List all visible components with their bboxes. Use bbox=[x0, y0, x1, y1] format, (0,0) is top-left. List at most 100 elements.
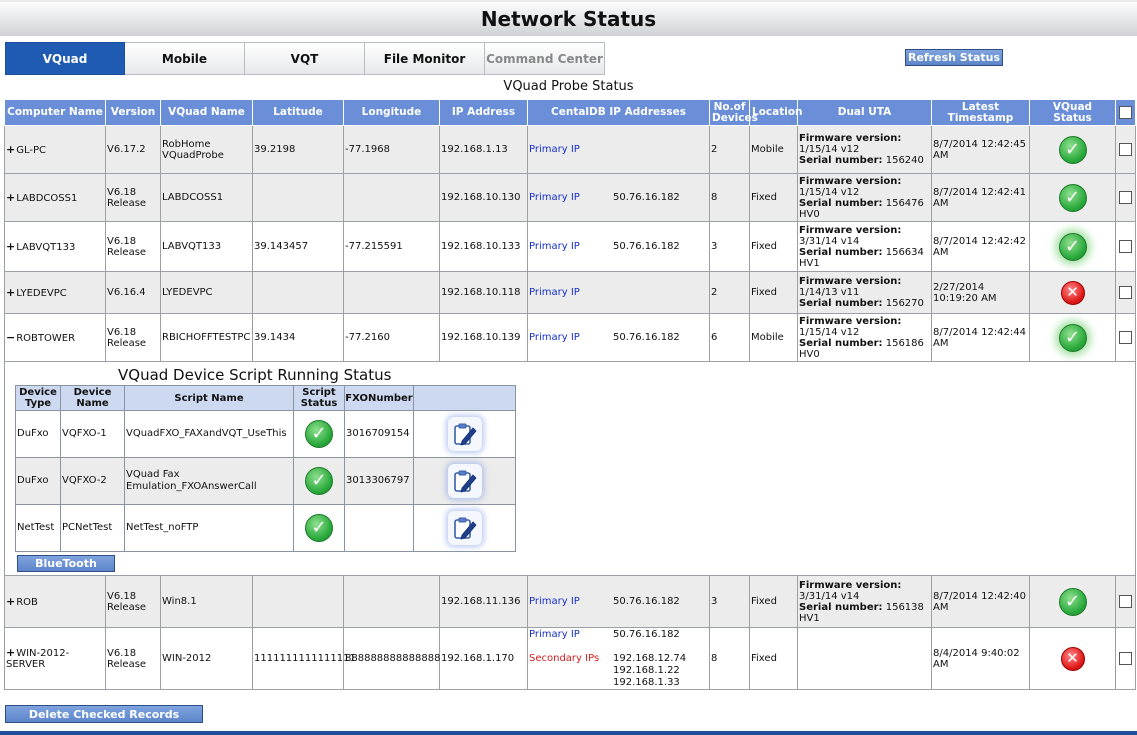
tab-command-center[interactable]: Command Center bbox=[485, 42, 605, 75]
primary-ip-label: Primary IP bbox=[529, 331, 580, 343]
tab-mobile[interactable]: Mobile bbox=[125, 42, 245, 75]
firmware-value: 3/31/14 v14 bbox=[799, 235, 860, 247]
firmware-value: 1/15/14 v12 bbox=[799, 186, 860, 198]
centaldb-cell: Primary IP 50.76.16.182 bbox=[527, 313, 710, 362]
lat-cell: 39.1434 bbox=[252, 313, 344, 362]
serial-value: 156186 bbox=[885, 337, 924, 349]
computer-name-cell: +LABDCOSS1 bbox=[4, 173, 106, 222]
computer-name: ROB bbox=[16, 596, 38, 608]
centaldb-cell: Primary IP 50.76.16.182 Secondary IPs 192.1… bbox=[527, 627, 710, 690]
vquad-status-cell: ✓ bbox=[1029, 125, 1116, 174]
hv-value: HV1 bbox=[799, 612, 820, 624]
ip-cell: 192.168.10.133 bbox=[439, 221, 528, 272]
probe-status-caption: VQuad Probe Status bbox=[503, 79, 634, 94]
fxo-number-cell: 3013306797 bbox=[344, 457, 414, 505]
title-bar: Network Status bbox=[0, 0, 1137, 36]
probe-row: +LABDCOSS1 V6.18 Release LABDCOSS1 192.168.… bbox=[4, 173, 1136, 222]
primary-ip-label: Primary IP bbox=[529, 595, 580, 607]
vquad-status-cell: ✓ bbox=[1029, 173, 1116, 222]
version-cell: V6.18 Release bbox=[105, 313, 161, 362]
lat-cell: 39.2198 bbox=[252, 125, 344, 174]
script-header-row: Device Type Device Name Script Name Scri… bbox=[15, 385, 516, 411]
firmware-value: 1/14/13 v11 bbox=[799, 287, 860, 298]
script-status-caption: VQuad Device Script Running Status bbox=[118, 366, 392, 384]
edit-script-icon[interactable] bbox=[447, 511, 482, 545]
expand-icon[interactable]: + bbox=[6, 595, 15, 608]
refresh-status-button[interactable]: Refresh Status bbox=[905, 49, 1003, 66]
vquad-status-cell: ✕ bbox=[1029, 627, 1116, 690]
vquad-status-cell: ✕ bbox=[1029, 271, 1116, 314]
script-status-cell: ✓ bbox=[293, 410, 345, 458]
row-checkbox[interactable] bbox=[1119, 240, 1132, 253]
timestamp-cell: 8/7/2014 12:42:44 AM bbox=[931, 313, 1030, 362]
delete-checked-records-button[interactable]: Delete Checked Records bbox=[5, 705, 203, 723]
primary-ip-value bbox=[613, 144, 708, 156]
dual-uta-cell: Firmware version: 3/31/14 v14 Serial numbe… bbox=[797, 575, 932, 628]
serial-label: Serial number: bbox=[799, 337, 883, 349]
serial-label: Serial number: bbox=[799, 246, 883, 258]
select-cell bbox=[1115, 575, 1136, 628]
status-ok-icon: ✓ bbox=[1058, 135, 1087, 164]
probe-row: +ROB V6.18 Release Win8.1 192.168.11.136 Pri… bbox=[4, 575, 1136, 628]
tab-vqt[interactable]: VQT bbox=[245, 42, 365, 75]
centaldb-cell: Primary IP bbox=[527, 125, 710, 174]
row-checkbox[interactable] bbox=[1119, 331, 1132, 344]
vquad-status-cell: ✓ bbox=[1029, 575, 1116, 628]
vquad-name-cell: RobHome VQuadProbe bbox=[160, 125, 253, 174]
serial-label: Serial number: bbox=[799, 601, 883, 613]
primary-ip-label: Primary IP bbox=[529, 191, 580, 203]
centaldb-grid: Primary IP 50.76.16.182 bbox=[529, 241, 708, 253]
edit-script-icon[interactable] bbox=[447, 464, 482, 498]
edit-script-icon[interactable] bbox=[447, 417, 482, 451]
status-error-icon: ✕ bbox=[1060, 280, 1085, 305]
timestamp-cell: 8/7/2014 12:42:41 AM bbox=[931, 173, 1030, 222]
computer-name: LABVQT133 bbox=[16, 241, 76, 253]
status-ok-icon: ✓ bbox=[305, 514, 333, 542]
location-cell: Fixed bbox=[749, 575, 798, 628]
collapse-icon[interactable]: − bbox=[6, 331, 15, 344]
row-checkbox[interactable] bbox=[1119, 286, 1132, 299]
select-all-checkbox[interactable] bbox=[1119, 106, 1132, 119]
fxo-number-cell: 3016709154 bbox=[344, 410, 414, 458]
expand-icon[interactable]: + bbox=[6, 646, 15, 659]
version-cell: V6.18 Release bbox=[105, 173, 161, 222]
status-ok-icon: ✓ bbox=[305, 420, 333, 448]
lat-cell bbox=[252, 173, 344, 222]
devices-cell: 3 bbox=[709, 221, 750, 272]
vquad-name-cell: LABDCOSS1 bbox=[160, 173, 253, 222]
row-checkbox[interactable] bbox=[1119, 652, 1132, 665]
expand-icon[interactable]: + bbox=[6, 191, 15, 204]
lat-cell bbox=[252, 575, 344, 628]
dual-uta-cell bbox=[797, 627, 932, 690]
firmware-label-text: Firmware version: bbox=[799, 133, 902, 144]
primary-ip-label: Primary IP bbox=[529, 143, 580, 155]
expand-icon[interactable]: + bbox=[6, 286, 15, 299]
dual-uta-cell: Firmware version: 3/31/14 v14 Serial numbe… bbox=[797, 221, 932, 272]
tab-vquad[interactable]: VQuad bbox=[5, 42, 125, 75]
version-cell: V6.18 Release bbox=[105, 627, 161, 690]
firmware-value: 3/31/14 v14 bbox=[799, 590, 860, 602]
select-cell bbox=[1115, 271, 1136, 314]
firmware-label: Firmware version: bbox=[799, 316, 930, 327]
row-checkbox[interactable] bbox=[1119, 595, 1132, 608]
dual-uta-cell: Firmware version: 1/15/14 v12 Serial numbe… bbox=[797, 173, 932, 222]
col-version: Version bbox=[105, 99, 161, 126]
expand-icon[interactable]: + bbox=[6, 240, 15, 253]
centaldb-grid: Primary IP bbox=[529, 144, 708, 156]
row-checkbox[interactable] bbox=[1119, 191, 1132, 204]
vquad-name-cell: Win8.1 bbox=[160, 575, 253, 628]
serial-value: 156138 bbox=[885, 601, 924, 613]
col-timestamp: Latest Timestamp bbox=[931, 99, 1030, 126]
expand-icon[interactable]: + bbox=[6, 143, 15, 156]
centaldb-cell: Primary IP 50.76.16.182 bbox=[527, 221, 710, 272]
col-computer-name: Computer Name bbox=[4, 99, 106, 126]
tab-file-monitor[interactable]: File Monitor bbox=[365, 42, 485, 75]
firmware-label-text: Firmware version: bbox=[799, 224, 902, 236]
row-checkbox[interactable] bbox=[1119, 143, 1132, 156]
hv-value: HV0 bbox=[799, 348, 820, 360]
select-cell bbox=[1115, 221, 1136, 272]
bluetooth-button[interactable]: BlueTooth bbox=[17, 555, 115, 572]
script-name-cell: VQuadFXO_FAXandVQT_UseThis bbox=[124, 410, 294, 458]
dual-uta-cell: Firmware version: 1/15/14 v12 Serial numbe… bbox=[797, 125, 932, 174]
firmware-label: Firmware version: bbox=[799, 276, 930, 287]
